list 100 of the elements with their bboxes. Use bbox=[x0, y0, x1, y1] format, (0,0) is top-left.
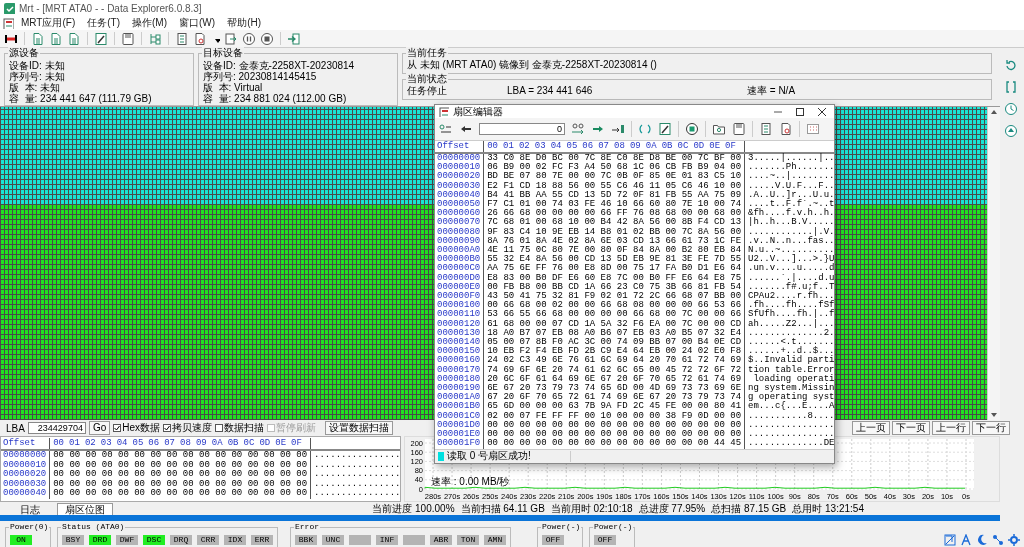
save-icon[interactable] bbox=[121, 31, 135, 46]
column-header: 0D bbox=[693, 141, 706, 152]
menu-item[interactable]: 任务(T) bbox=[82, 16, 126, 30]
offset-label: 000000F0 bbox=[435, 292, 485, 302]
maximize-icon[interactable] bbox=[796, 107, 805, 116]
tab[interactable]: 日志 bbox=[3, 503, 57, 515]
column-header: 0F bbox=[725, 141, 737, 152]
checkbox-label[interactable]: Hex数据 bbox=[122, 421, 161, 435]
offset-label: 000001F0 bbox=[435, 439, 485, 449]
checkbox-label[interactable]: 拷贝速度 bbox=[172, 421, 213, 435]
offset-label: 00000020 bbox=[435, 172, 485, 182]
search-document-icon[interactable] bbox=[779, 122, 793, 136]
nav-button[interactable]: 上一页 bbox=[852, 421, 890, 435]
hex-bytes: F7 C1 01 00 74 03 FE 46 10 66 60 80 7E 10 00 74 bbox=[484, 200, 746, 210]
status-light: IDX bbox=[224, 535, 246, 545]
offset-label: 00000040 bbox=[1, 489, 51, 499]
menu-item[interactable]: 操作(M) bbox=[127, 16, 173, 30]
stop-icon[interactable] bbox=[260, 31, 274, 46]
scan-settings-button[interactable]: 设置数据扫描 bbox=[325, 421, 394, 435]
status-light: DWF bbox=[116, 535, 138, 545]
grid-icon[interactable] bbox=[806, 122, 820, 136]
first-sector-icon[interactable] bbox=[439, 122, 453, 136]
sector-input[interactable]: 0 bbox=[479, 123, 565, 135]
progress-stat: 当前进度 100.00% bbox=[372, 503, 455, 515]
arrow-down-icon[interactable] bbox=[990, 412, 998, 418]
exit-icon[interactable] bbox=[287, 31, 301, 46]
panel-title: 当前状态 bbox=[406, 73, 448, 84]
status-light: DRQ bbox=[170, 535, 192, 545]
search-document-icon[interactable] bbox=[193, 31, 207, 46]
jump-icon[interactable] bbox=[571, 122, 585, 136]
settings-icon[interactable] bbox=[1008, 534, 1020, 546]
status-text: 任务停止 bbox=[407, 85, 448, 96]
ascii-text: |h..h...B.V..... bbox=[747, 218, 835, 228]
connection-icon[interactable] bbox=[992, 534, 1004, 546]
clock-icon[interactable] bbox=[1004, 102, 1020, 118]
last-sector-icon[interactable] bbox=[611, 122, 625, 136]
go-button[interactable]: Go bbox=[88, 421, 111, 435]
status-light: OFF bbox=[542, 535, 564, 545]
offset-label: 00000080 bbox=[435, 227, 485, 237]
arrow-up-icon[interactable] bbox=[990, 109, 998, 115]
offset-label: 000000C0 bbox=[435, 264, 485, 274]
field-label: 设备ID: bbox=[203, 60, 236, 71]
offset-label: 00000150 bbox=[435, 347, 485, 357]
offset-header: Offset bbox=[1, 438, 51, 449]
edit-icon[interactable] bbox=[94, 31, 108, 46]
list-icon[interactable] bbox=[175, 31, 189, 46]
ascii-text: $..Invalid parti bbox=[747, 356, 835, 366]
panel-title: 源设备 bbox=[8, 47, 40, 58]
ascii-text: .....V.U.F...F.. bbox=[747, 181, 835, 191]
offset-label: 00000030 bbox=[1, 479, 51, 490]
column-header: 03 bbox=[100, 438, 113, 449]
open-folder-icon[interactable] bbox=[712, 122, 726, 136]
hex-bytes: 06 B9 00 02 FC F3 A4 50 68 1C 06 CB FB B9 04 00 bbox=[484, 163, 746, 173]
field-value: 234 881 024 (112.00 GB) bbox=[233, 93, 347, 104]
status-light: UNC bbox=[322, 535, 344, 545]
hex-bytes: AA 75 6E FF 76 00 E8 8D 00 75 17 FA B0 D1 E6 64 bbox=[484, 264, 746, 274]
hex-bytes: 67 20 6F 70 65 72 61 74 69 6E 67 20 73 79 73 74 bbox=[484, 393, 746, 403]
document-icon[interactable] bbox=[67, 31, 81, 46]
menu-item[interactable]: MRT应用(F) bbox=[16, 16, 81, 30]
column-header: 01 bbox=[503, 141, 515, 152]
menu-item[interactable]: 帮助(H) bbox=[222, 16, 267, 30]
field-value: 20230814145415 bbox=[237, 71, 317, 82]
nav-button[interactable]: 下一页 bbox=[892, 421, 930, 435]
offset-label: 00000010 bbox=[1, 460, 51, 471]
scrollbar[interactable] bbox=[987, 107, 1000, 420]
group-title: Status (ATA0) bbox=[61, 522, 126, 532]
column-header: 04 bbox=[550, 141, 563, 152]
offset-label: 00000070 bbox=[435, 218, 485, 228]
lba-input[interactable]: 234429704 bbox=[27, 422, 86, 434]
checkbox-label[interactable]: 数据扫描 bbox=[224, 421, 265, 435]
save-icon[interactable] bbox=[732, 122, 746, 136]
hex-bytes: 00 00 00 00 00 00 00 00 00 00 00 00 00 00 00 00 bbox=[50, 460, 312, 471]
pause-icon[interactable] bbox=[242, 31, 256, 46]
tree-icon[interactable] bbox=[148, 31, 162, 46]
document-icon[interactable] bbox=[49, 31, 63, 46]
nav-button[interactable]: 下一行 bbox=[972, 421, 1010, 435]
hex-bytes: 00 00 00 00 00 00 00 00 00 00 00 00 00 00 00 00 bbox=[50, 470, 312, 480]
nav-button[interactable]: 上一行 bbox=[932, 421, 970, 435]
eject-icon[interactable] bbox=[1004, 124, 1020, 140]
checkbox[interactable] bbox=[113, 424, 122, 432]
document-icon[interactable] bbox=[31, 31, 45, 46]
column-header: 01 bbox=[69, 438, 81, 449]
stop-icon[interactable] bbox=[685, 122, 699, 136]
hex-bytes: B4 41 BB AA 55 CD 13 5D 72 0F 81 FB 55 AA 75 09 bbox=[484, 190, 746, 200]
menu-item[interactable]: 窗口(W) bbox=[174, 16, 221, 30]
checkbox[interactable] bbox=[215, 424, 224, 432]
status-light: BBK bbox=[295, 535, 317, 545]
font-icon[interactable] bbox=[960, 534, 972, 546]
close-icon[interactable] bbox=[818, 107, 827, 116]
moon-icon[interactable] bbox=[976, 534, 988, 546]
refresh-icon[interactable] bbox=[638, 122, 652, 136]
column-header: 06 bbox=[582, 141, 595, 152]
offset-label: 000000B0 bbox=[435, 255, 485, 265]
tab[interactable]: 扇区位图 bbox=[57, 503, 113, 515]
checkbox[interactable] bbox=[163, 424, 172, 432]
edit-icon[interactable] bbox=[658, 122, 672, 136]
field-label: 序列号: bbox=[9, 71, 42, 82]
properties-icon[interactable] bbox=[759, 122, 773, 136]
export-icon[interactable] bbox=[224, 31, 238, 46]
offset-label: 00000090 bbox=[435, 236, 485, 247]
